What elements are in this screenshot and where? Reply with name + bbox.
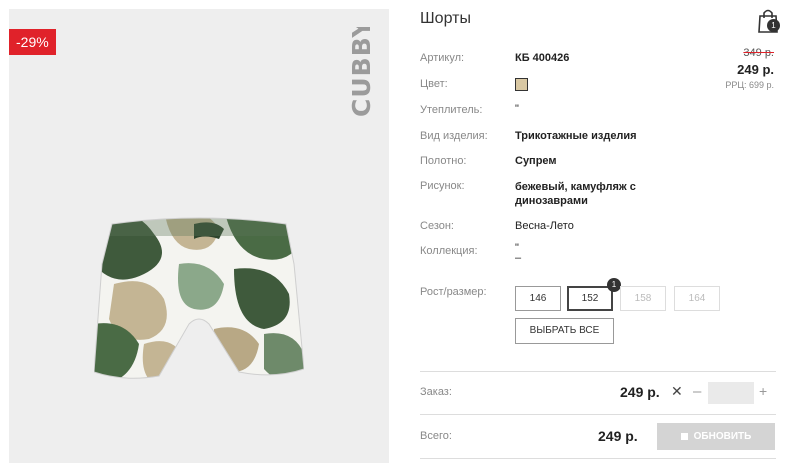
- attr-label-color: Цвет:: [420, 78, 448, 90]
- old-price: 349 р.: [743, 47, 774, 59]
- size-option-146[interactable]: 146: [515, 286, 561, 311]
- order-price: 249 р.: [620, 384, 660, 400]
- product-title: Шорты: [420, 10, 471, 27]
- product-image-pane: -29% CUBBY: [9, 9, 389, 463]
- quantity-input[interactable]: [708, 382, 754, 404]
- divider: [420, 458, 776, 459]
- size-label: Рост/размер:: [420, 286, 487, 298]
- attr-label-article: Артикул:: [420, 52, 465, 64]
- decrease-quantity-button[interactable]: –: [693, 383, 701, 400]
- attr-label-item-type: Вид изделия:: [420, 130, 488, 142]
- total-price: 249 р.: [598, 428, 638, 444]
- cart-icon: [680, 432, 688, 440]
- attr-value-insulation: ": [515, 103, 519, 115]
- camo-shorts-image: [94, 217, 304, 379]
- brand-logo: CUBBY: [347, 27, 376, 117]
- attr-value-article: КБ 400426: [515, 52, 570, 64]
- attr-value-collection: " –: [515, 242, 522, 264]
- current-price: 249 р.: [737, 62, 774, 77]
- attr-label-pattern: Рисунок:: [420, 180, 465, 192]
- cart-count-badge: 1: [767, 19, 780, 32]
- attr-value-item-type: Трикотажные изделия: [515, 130, 637, 142]
- discount-badge: -29%: [9, 29, 56, 55]
- select-all-button[interactable]: ВЫБРАТЬ ВСЕ: [515, 318, 614, 344]
- attr-label-season: Сезон:: [420, 220, 454, 232]
- increase-quantity-button[interactable]: +: [759, 383, 767, 399]
- attr-value-season: Весна-Лето: [515, 220, 574, 232]
- divider: [420, 371, 776, 372]
- multiply-icon: ✕: [671, 383, 683, 399]
- divider: [420, 414, 776, 415]
- size-quantity-badge: 1: [607, 278, 621, 292]
- order-label: Заказ:: [420, 386, 452, 398]
- update-button[interactable]: ОБНОВИТЬ: [657, 423, 775, 450]
- size-option-164: 164: [674, 286, 720, 311]
- size-option-152[interactable]: 152: [567, 286, 613, 311]
- total-label: Всего:: [420, 430, 452, 442]
- update-button-label: ОБНОВИТЬ: [693, 431, 752, 442]
- recommended-retail-price: РРЦ: 699 р.: [725, 80, 774, 90]
- attr-label-insulation: Утеплитель:: [420, 104, 483, 116]
- size-option-158: 158: [620, 286, 666, 311]
- attr-label-fabric: Полотно:: [420, 155, 467, 167]
- svg-text:CUBBY: CUBBY: [347, 27, 376, 117]
- color-swatch: [515, 78, 528, 91]
- attr-value-fabric: Супрем: [515, 155, 557, 167]
- attr-label-collection: Коллекция:: [420, 245, 478, 257]
- attr-value-pattern: бежевый, камуфляж с динозаврами: [515, 181, 636, 207]
